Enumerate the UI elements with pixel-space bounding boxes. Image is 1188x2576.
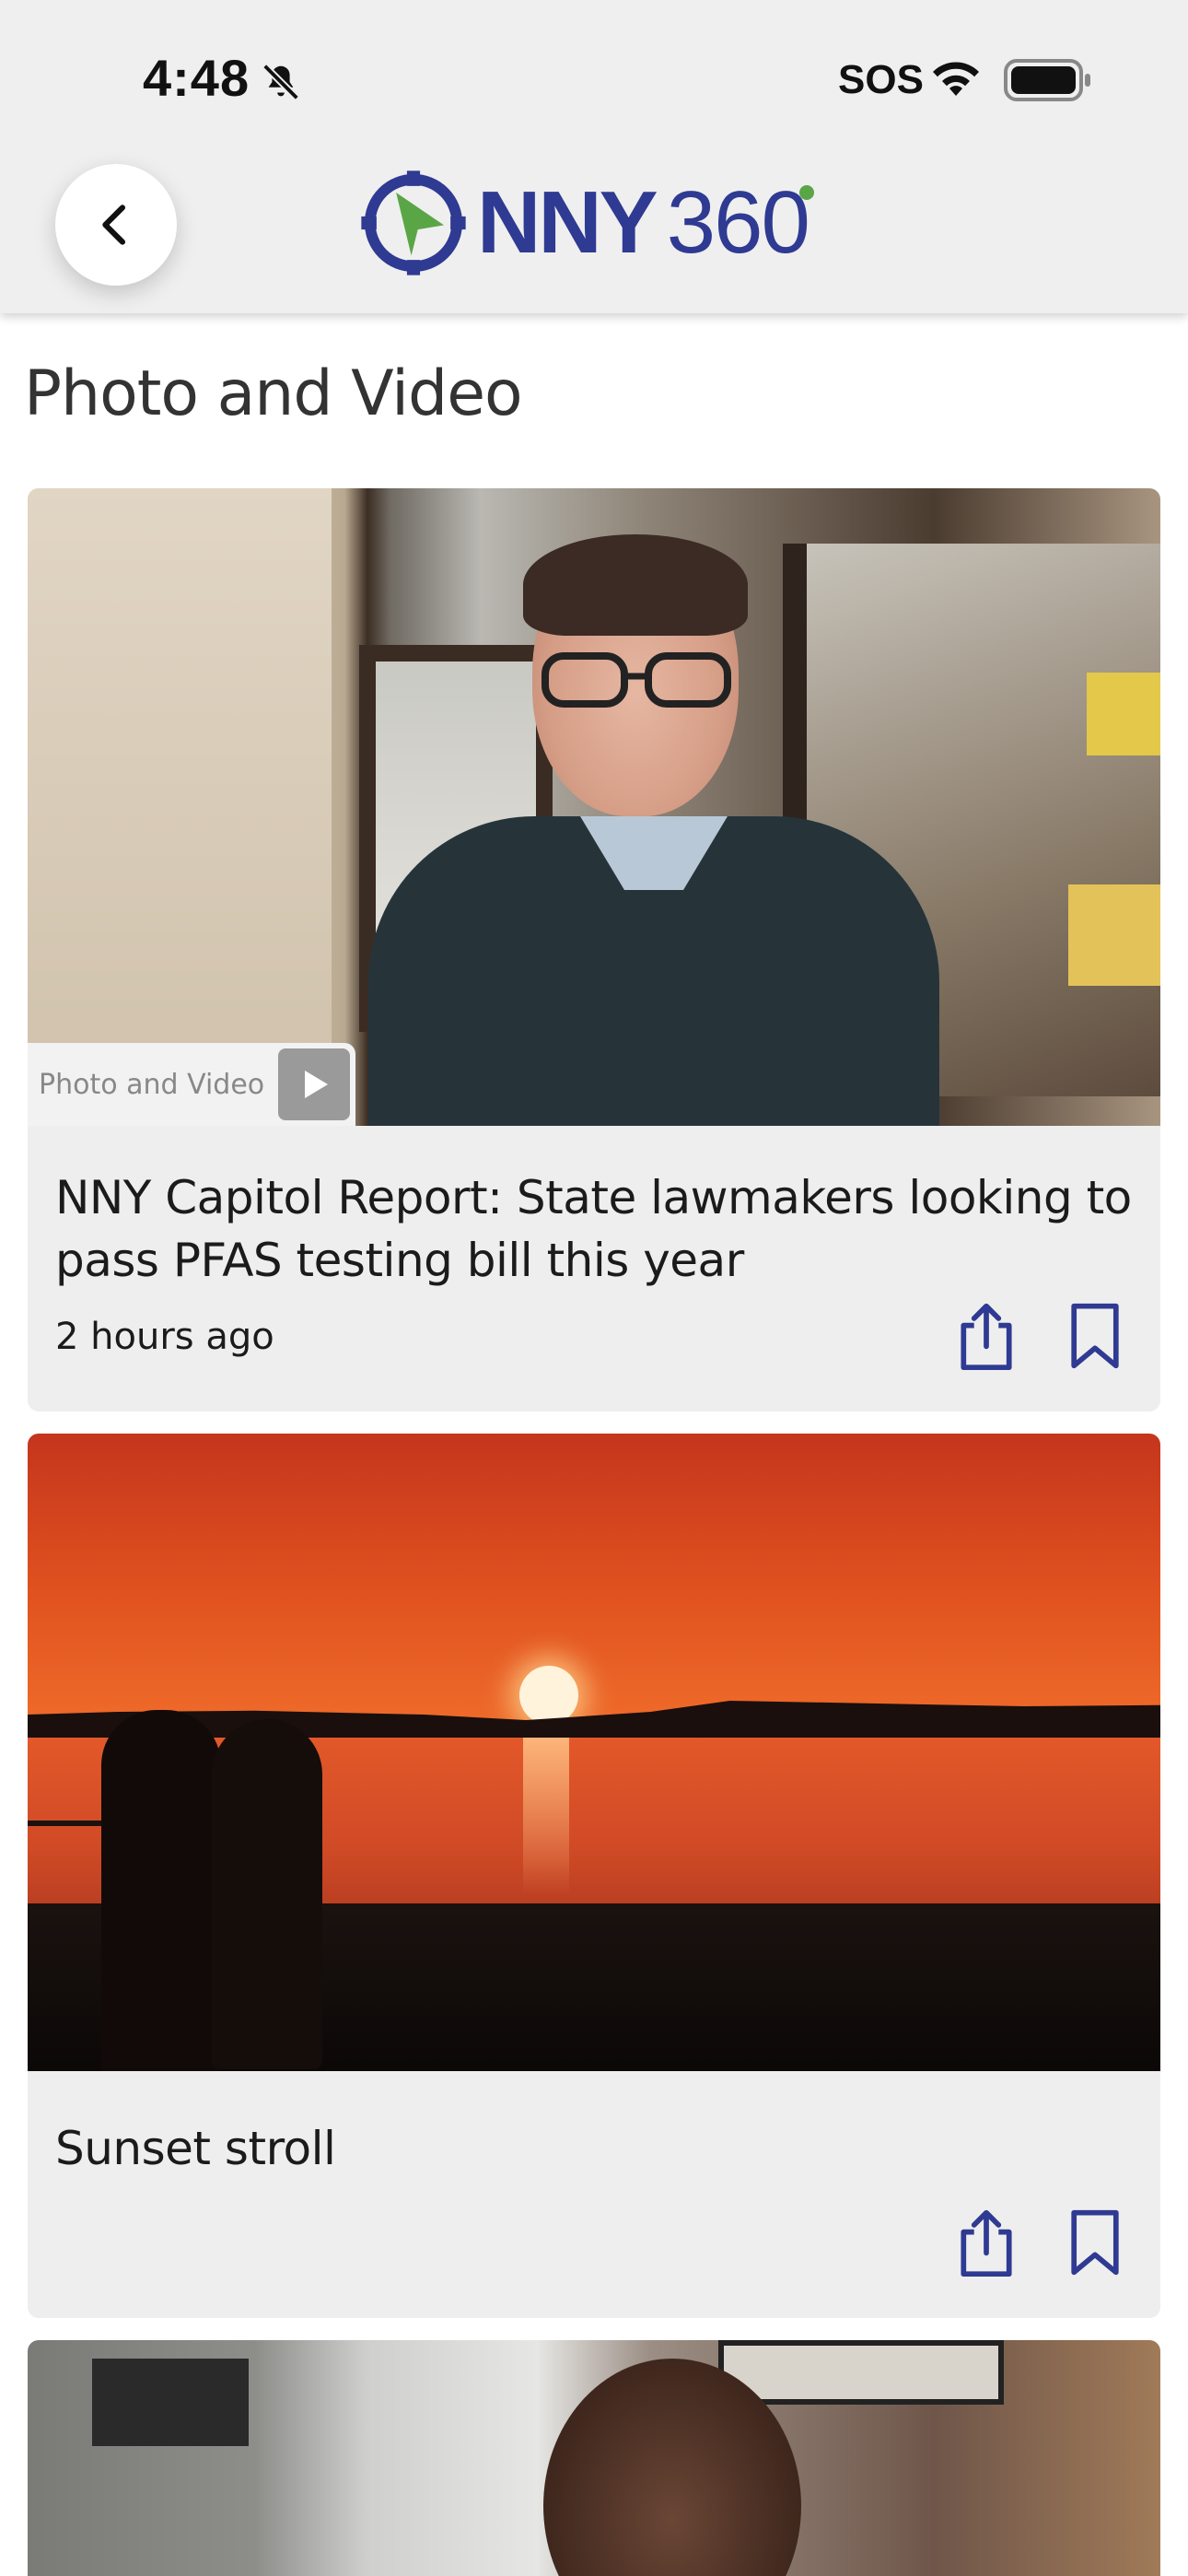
nny360-logo: NNY 360 xyxy=(359,168,814,278)
sos-indicator: SOS xyxy=(838,57,924,102)
bookmark-button[interactable] xyxy=(1061,2206,1129,2279)
video-thumbnail-image xyxy=(28,2340,1160,2576)
card-timestamp: 2 hours ago xyxy=(55,1316,274,1358)
bookmark-button[interactable] xyxy=(1061,1299,1129,1373)
share-icon xyxy=(961,2209,1012,2277)
news-card[interactable]: Photo and Video NNY Capitol Report: Stat… xyxy=(28,488,1160,1411)
logo-dot xyxy=(798,185,814,200)
card-thumbnail[interactable] xyxy=(28,1434,1160,2071)
bookmark-icon xyxy=(1071,1303,1119,1369)
back-button[interactable] xyxy=(55,164,177,286)
share-button[interactable] xyxy=(952,2206,1020,2279)
logo-360-text: 360 xyxy=(667,172,814,274)
media-type-tag: Photo and Video xyxy=(28,1043,355,1126)
page-title: Photo and Video xyxy=(24,357,523,430)
status-bar: 4:48 SOS xyxy=(0,0,1188,157)
card-title[interactable]: NNY Capitol Report: State lawmakers look… xyxy=(55,1166,1133,1292)
video-thumbnail-image xyxy=(28,488,1160,1126)
card-thumbnail[interactable] xyxy=(28,2340,1160,2576)
app-header: 4:48 SOS NNY 360 xyxy=(0,0,1188,313)
media-type-label: Photo and Video xyxy=(39,1068,265,1101)
card-thumbnail[interactable]: Photo and Video xyxy=(28,488,1160,1126)
battery-icon xyxy=(1004,59,1090,101)
wifi-icon xyxy=(933,62,979,96)
status-time: 4:48 xyxy=(143,49,250,107)
sunset-photo xyxy=(28,1434,1160,2071)
share-icon xyxy=(961,1303,1012,1371)
play-icon xyxy=(278,1048,350,1120)
card-title[interactable]: Sunset stroll xyxy=(55,2117,1133,2180)
compass-logo-icon xyxy=(361,170,466,275)
news-card[interactable]: Sunset stroll xyxy=(28,1434,1160,2318)
news-card[interactable] xyxy=(28,2340,1160,2576)
share-button[interactable] xyxy=(952,1299,1020,1373)
bell-slash-icon xyxy=(262,64,299,100)
bookmark-icon xyxy=(1071,2209,1119,2276)
chevron-left-icon xyxy=(102,205,126,245)
logo-nny-text: NNY xyxy=(477,173,658,272)
